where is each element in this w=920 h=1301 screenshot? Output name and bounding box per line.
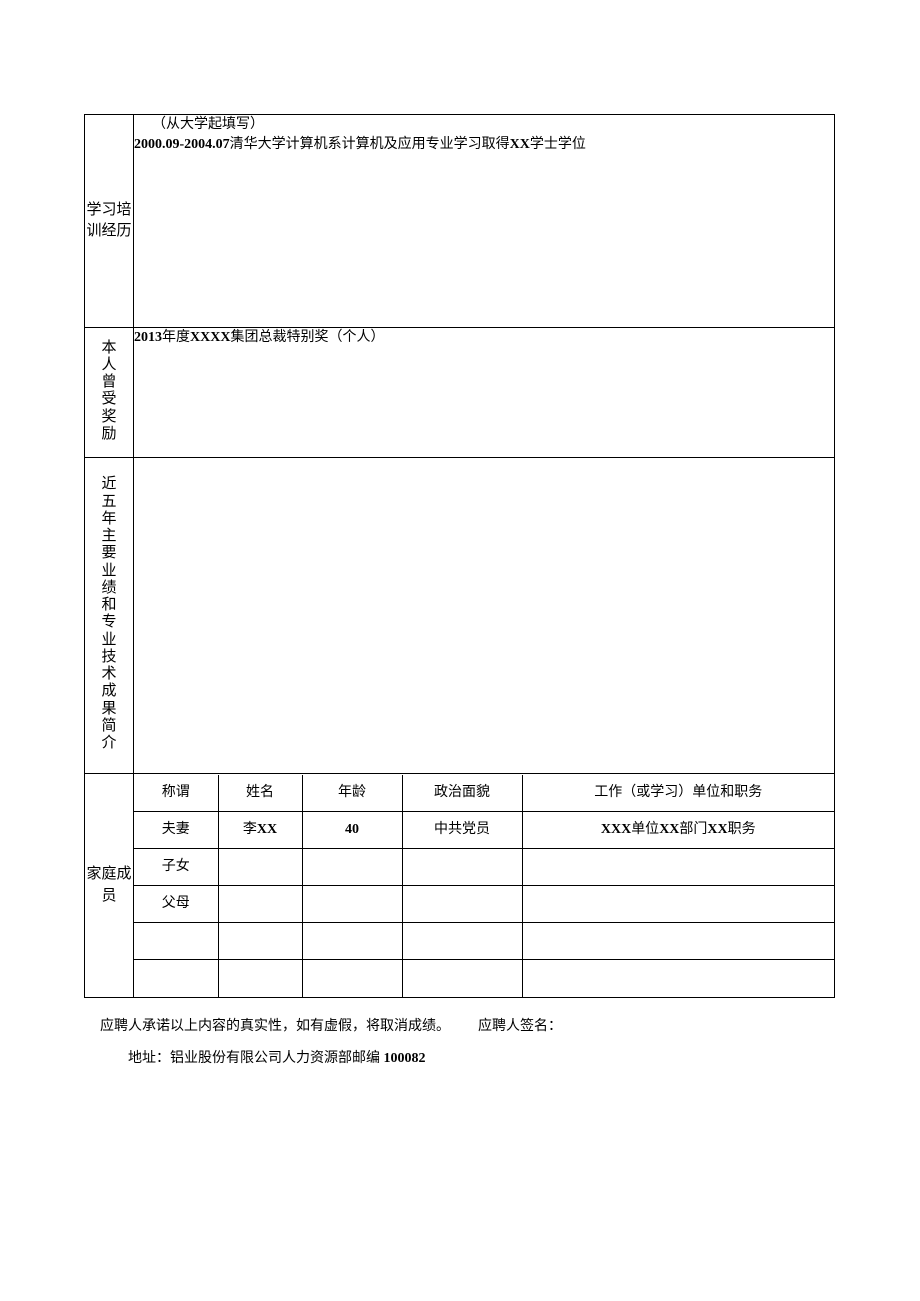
awards-row: 本人曾受奖励 2013年度XXXX集团总裁特别奖（个人）	[85, 328, 835, 458]
family-age	[302, 849, 402, 886]
family-work-c: XX	[659, 822, 679, 837]
family-row: 家庭成员 称谓 姓名 年龄 政治面貌 工作（或学习）单位和职务	[85, 774, 835, 998]
awards-org: XXXX	[190, 330, 230, 345]
family-work-d: 部门	[679, 822, 707, 837]
education-note: （从大学起填写）	[152, 115, 834, 135]
family-header-work: 工作（或学习）单位和职务	[522, 775, 834, 812]
family-age	[302, 960, 402, 997]
declaration-gap	[450, 1019, 478, 1034]
family-header-row: 称谓 姓名 年龄 政治面貌 工作（或学习）单位和职务	[134, 775, 834, 812]
family-data-row-2: 父母	[134, 886, 834, 923]
family-work	[522, 849, 834, 886]
family-work-a: XXX	[601, 822, 631, 837]
family-political	[402, 849, 522, 886]
education-line: 2000.09-2004.07清华大学计算机系计算机及应用专业学习取得XX学士学…	[134, 135, 834, 155]
family-work-b: 单位	[631, 822, 659, 837]
achievements-content	[134, 458, 835, 774]
postcode: 100082	[384, 1051, 426, 1066]
declaration-text: 应聘人承诺以上内容的真实性，如有虚假，将取消成绩。	[100, 1019, 450, 1034]
achievements-label: 近五年主要业绩和专业技术成果简介	[101, 476, 118, 752]
education-body: 清华大学计算机系计算机及应用专业学习取得	[230, 137, 510, 152]
awards-content: 2013年度XXXX集团总裁特别奖（个人）	[134, 328, 835, 458]
achievements-row: 近五年主要业绩和专业技术成果简介	[85, 458, 835, 774]
family-work: XXX单位XX部门XX职务	[522, 812, 834, 849]
family-name: 李XX	[218, 812, 302, 849]
family-header-political: 政治面貌	[402, 775, 522, 812]
family-relation: 夫妻	[134, 812, 218, 849]
education-suffix: 学士学位	[530, 137, 586, 152]
family-age: 40	[302, 812, 402, 849]
education-degree-prefix: XX	[510, 137, 530, 152]
education-date: 2000.09-2004.07	[134, 137, 230, 152]
declaration-line: 应聘人承诺以上内容的真实性，如有虚假，将取消成绩。 应聘人签名：	[100, 1015, 562, 1035]
family-name	[218, 923, 302, 960]
family-data-row-3	[134, 923, 834, 960]
family-name-bold: XX	[257, 822, 277, 837]
family-name-prefix: 李	[243, 822, 257, 837]
family-table: 称谓 姓名 年龄 政治面貌 工作（或学习）单位和职务 夫妻 李XX 40 中共党…	[134, 775, 834, 997]
awards-label-cell: 本人曾受奖励	[85, 328, 134, 458]
family-age	[302, 886, 402, 923]
education-row: 学习培训经历 （从大学起填写） 2000.09-2004.07清华大学计算机系计…	[85, 115, 835, 328]
family-label: 家庭成员	[86, 866, 131, 903]
family-content: 称谓 姓名 年龄 政治面貌 工作（或学习）单位和职务 夫妻 李XX 40 中共党…	[134, 774, 835, 998]
achievements-label-cell: 近五年主要业绩和专业技术成果简介	[85, 458, 134, 774]
family-work	[522, 886, 834, 923]
education-content: （从大学起填写） 2000.09-2004.07清华大学计算机系计算机及应用专业…	[134, 115, 835, 328]
family-header-age: 年龄	[302, 775, 402, 812]
family-relation	[134, 960, 218, 997]
signature-label: 应聘人签名：	[478, 1019, 562, 1034]
family-relation	[134, 923, 218, 960]
family-political: 中共党员	[402, 812, 522, 849]
resume-table: 学习培训经历 （从大学起填写） 2000.09-2004.07清华大学计算机系计…	[84, 114, 835, 998]
family-relation: 子女	[134, 849, 218, 886]
family-political	[402, 923, 522, 960]
family-name	[218, 886, 302, 923]
family-header-relation: 称谓	[134, 775, 218, 812]
family-political	[402, 886, 522, 923]
family-name	[218, 960, 302, 997]
family-data-row-0: 夫妻 李XX 40 中共党员 XXX单位XX部门XX职务	[134, 812, 834, 849]
family-work-e: XX	[707, 822, 727, 837]
family-work	[522, 923, 834, 960]
address-text: 地址：铝业股份有限公司人力资源部邮编	[128, 1051, 380, 1066]
family-header-name: 姓名	[218, 775, 302, 812]
family-work-f: 职务	[728, 822, 756, 837]
family-data-row-4	[134, 960, 834, 997]
address-line: 地址：铝业股份有限公司人力资源部邮编 100082	[128, 1047, 426, 1067]
awards-year: 2013	[134, 330, 162, 345]
awards-tail: 集团总裁特别奖（个人）	[230, 330, 384, 345]
family-relation: 父母	[134, 886, 218, 923]
awards-label: 本人曾受奖励	[101, 340, 118, 444]
family-data-row-1: 子女	[134, 849, 834, 886]
family-age	[302, 923, 402, 960]
education-label-cell: 学习培训经历	[85, 115, 134, 328]
awards-mid: 年度	[162, 330, 190, 345]
family-work	[522, 960, 834, 997]
family-political	[402, 960, 522, 997]
family-name	[218, 849, 302, 886]
education-label: 学习培训经历	[86, 202, 131, 239]
family-label-cell: 家庭成员	[85, 774, 134, 998]
